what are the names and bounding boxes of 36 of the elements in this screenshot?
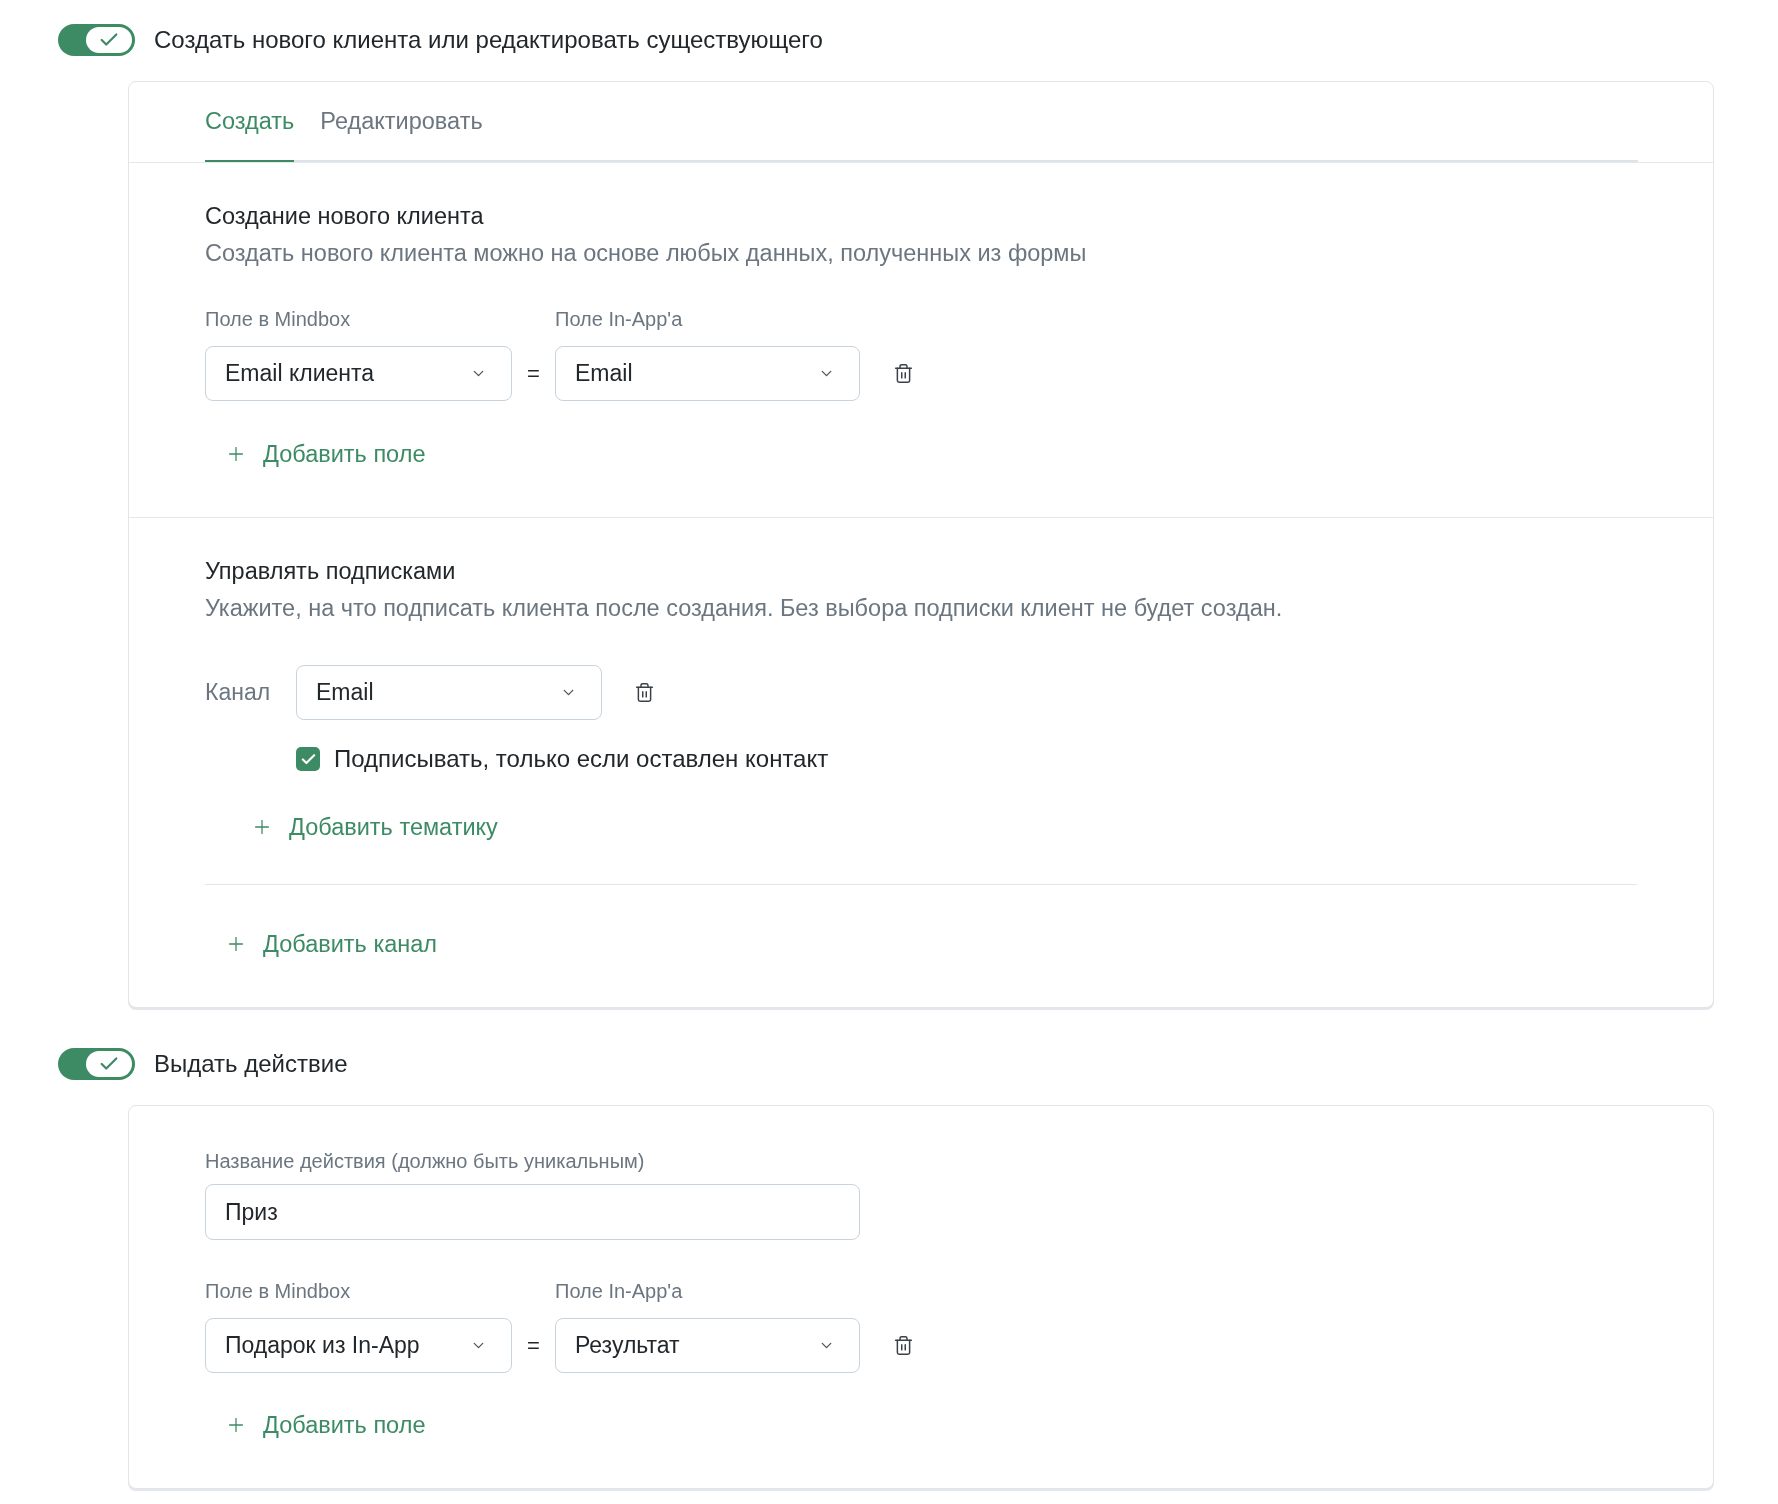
field-label: Поле в Mindbox (205, 307, 352, 331)
select-field[interactable]: Результат (555, 1318, 860, 1373)
delete-button[interactable] (893, 1335, 914, 1356)
add-button[interactable]: Добавить поле (205, 434, 446, 474)
equals-sign: = (526, 1332, 541, 1359)
select-field[interactable]: Подарок из In-App (205, 1318, 512, 1373)
select-field[interactable]: Email (296, 665, 602, 720)
select-field[interactable]: Email клиента (205, 346, 512, 401)
trash-icon (893, 363, 914, 384)
toggle-label: Выдать действие (154, 1050, 348, 1078)
add-button[interactable]: Добавить поле (205, 1405, 446, 1445)
text-input[interactable]: Приз (205, 1184, 860, 1240)
field-label: Канал (205, 679, 272, 706)
toggle-switch[interactable] (58, 24, 135, 56)
field-label: Название действия (должно быть уникальным) (205, 1149, 645, 1173)
field-label: Поле In-App'a (555, 307, 684, 331)
trash-icon (634, 682, 655, 703)
toggle-switch[interactable] (58, 1048, 135, 1080)
trash-icon (893, 1335, 914, 1356)
section-description: Укажите, на что подписать клиента после создания. Без выбора подписки клиент не будет создан. (205, 594, 1283, 622)
checkbox[interactable] (296, 747, 320, 771)
field-label: Поле в Mindbox (205, 1279, 352, 1303)
section-description: Создать нового клиента можно на основе любых данных, полученных из формы (205, 239, 1087, 267)
delete-button[interactable] (893, 363, 914, 384)
tab[interactable]: Редактировать (320, 82, 483, 162)
delete-button[interactable] (634, 682, 655, 703)
add-button[interactable]: Добавить канал (205, 924, 457, 964)
toggle-label: Создать нового клиента или редактировать существующего (154, 26, 823, 54)
field-label: Поле In-App'a (555, 1279, 684, 1303)
section-title: Создание нового клиента (205, 202, 484, 230)
equals-sign: = (526, 360, 541, 387)
add-button[interactable]: Добавить тематику (231, 807, 518, 847)
select-field[interactable]: Email (555, 346, 860, 401)
checkbox-label: Подписывать, только если оставлен контакт (334, 745, 829, 773)
section-title: Управлять подписками (205, 557, 456, 585)
tab[interactable]: Создать (205, 82, 295, 162)
